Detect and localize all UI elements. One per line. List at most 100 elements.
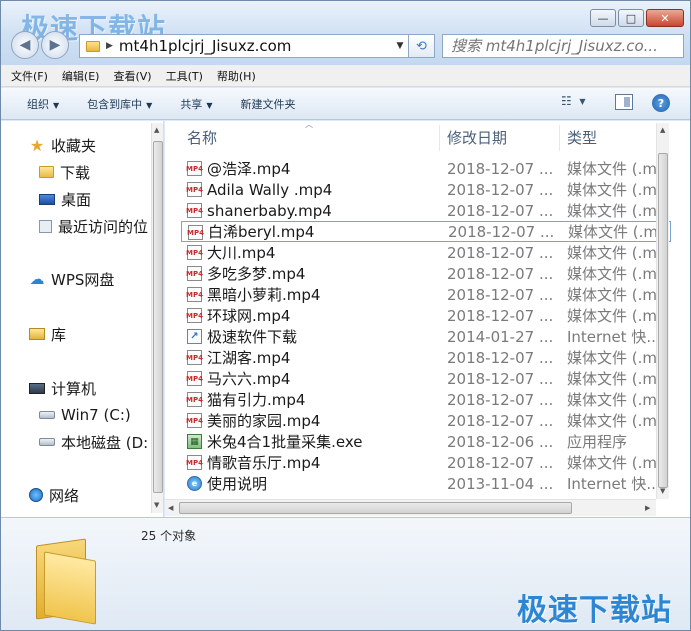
- organize-button[interactable]: 组织 ▼: [27, 96, 59, 112]
- column-date[interactable]: 修改日期: [447, 127, 507, 148]
- nav-recent[interactable]: 最近访问的位: [39, 215, 148, 237]
- nav-desktop[interactable]: 桌面: [39, 188, 91, 210]
- file-row[interactable]: MP4 猫有引力.mp4 2018-12-07 ... 媒体文件 (.m..: [181, 389, 671, 410]
- scroll-up-icon[interactable]: ▲: [154, 126, 159, 134]
- change-view-button[interactable]: ☷ ▼: [561, 94, 586, 108]
- file-type: Internet 快...: [567, 475, 661, 493]
- file-row[interactable]: MP4 大川.mp4 2018-12-07 ... 媒体文件 (.m..: [181, 242, 671, 263]
- file-row[interactable]: ↗ 极速软件下载 2014-01-27 ... Internet 快...: [181, 326, 671, 347]
- nav-computer[interactable]: 计算机: [29, 377, 96, 399]
- chevron-down-icon[interactable]: ▼: [392, 41, 408, 51]
- nav-scrollbar[interactable]: ▲ ▼: [151, 123, 163, 513]
- horizontal-scrollbar-thumb[interactable]: [179, 502, 572, 514]
- new-folder-button[interactable]: 新建文件夹: [240, 96, 295, 112]
- nav-library-label: 库: [51, 325, 67, 344]
- file-row[interactable]: ▦ 米兔4合1批量采集.exe 2018-12-06 ... 应用程序: [181, 431, 671, 452]
- file-date: 2018-12-07 ...: [447, 159, 554, 178]
- file-date: 2013-11-04 ...: [447, 474, 554, 493]
- file-row[interactable]: MP4 多吃多梦.mp4 2018-12-07 ... 媒体文件 (.m..: [181, 263, 671, 284]
- nav-favorites-label: 收藏夹: [51, 136, 97, 155]
- column-name[interactable]: 名称: [187, 127, 217, 148]
- refresh-button[interactable]: ⟲: [409, 34, 435, 58]
- column-type[interactable]: 类型: [567, 127, 597, 148]
- preview-pane-button[interactable]: [615, 94, 633, 110]
- file-name: 使用说明: [207, 475, 268, 493]
- chevron-down-icon: ▼: [53, 100, 60, 110]
- drive-icon: [39, 438, 55, 446]
- video-file-icon: MP4: [186, 182, 203, 197]
- file-row[interactable]: e 使用说明 2013-11-04 ... Internet 快...: [181, 473, 671, 494]
- nav-downloads[interactable]: 下载: [39, 161, 90, 183]
- address-bar[interactable]: ▶ mt4h1plcjrj_Jisuxz.com ▼: [79, 34, 409, 58]
- column-divider[interactable]: [559, 125, 560, 151]
- nav-downloads-label: 下载: [60, 163, 91, 182]
- maximize-button[interactable]: □: [618, 9, 644, 27]
- file-row[interactable]: MP4 情歌音乐厅.mp4 2018-12-07 ... 媒体文件 (.m..: [181, 452, 671, 473]
- computer-icon: [29, 382, 45, 394]
- nav-library[interactable]: 库: [29, 323, 66, 345]
- menu-help[interactable]: 帮助(H): [217, 68, 256, 84]
- search-input[interactable]: [451, 37, 681, 55]
- help-button[interactable]: ?: [652, 94, 670, 112]
- nav-network[interactable]: 网络: [29, 484, 79, 506]
- shortcut-icon: ↗: [187, 329, 202, 344]
- file-date: 2018-12-07 ...: [447, 264, 554, 283]
- file-list-scrollbar-thumb[interactable]: [658, 153, 668, 488]
- back-button[interactable]: ◀: [11, 31, 39, 59]
- share-label: 共享: [180, 97, 203, 111]
- nav-scrollbar-thumb[interactable]: [153, 141, 163, 493]
- file-row[interactable]: MP4 江湖客.mp4 2018-12-07 ... 媒体文件 (.m..: [181, 347, 671, 368]
- horizontal-scrollbar[interactable]: ◀ ▶: [165, 499, 656, 516]
- file-row[interactable]: MP4 美丽的家园.mp4 2018-12-07 ... 媒体文件 (.m..: [181, 410, 671, 431]
- item-count: 25 个对象: [141, 529, 197, 543]
- file-row[interactable]: MP4 黑暗小萝莉.mp4 2018-12-07 ... 媒体文件 (.m..: [181, 284, 671, 305]
- include-library-label: 包含到库中: [87, 97, 143, 111]
- file-row-selected[interactable]: MP4 白浠beryl.mp4 2018-12-07 ... 媒体文件 (.m.…: [181, 221, 671, 242]
- watermark-bottom: 极速下载站: [517, 593, 672, 628]
- desktop-icon: [39, 193, 55, 205]
- file-date: 2014-01-27 ...: [447, 327, 554, 346]
- file-row[interactable]: MP4 马六六.mp4 2018-12-07 ... 媒体文件 (.m..: [181, 368, 671, 389]
- internet-shortcut-icon: e: [187, 476, 202, 491]
- nav-computer-label: 计算机: [51, 379, 97, 398]
- forward-button[interactable]: ▶: [41, 31, 69, 59]
- file-list-scrollbar[interactable]: ▲ ▼: [656, 123, 669, 499]
- file-type: 媒体文件 (.m..: [567, 412, 667, 430]
- video-file-icon: MP4: [186, 413, 203, 428]
- scroll-left-icon[interactable]: ◀: [168, 504, 173, 512]
- menu-edit[interactable]: 编辑(E): [62, 68, 100, 84]
- menu-tools[interactable]: 工具(T): [166, 68, 203, 84]
- window-controls: — □ ✕: [590, 9, 684, 27]
- file-row[interactable]: MP4 Adila Wally .mp4 2018-12-07 ... 媒体文件…: [181, 179, 671, 200]
- video-file-icon: MP4: [186, 455, 203, 470]
- organize-label: 组织: [27, 97, 49, 111]
- scroll-right-icon[interactable]: ▶: [645, 504, 650, 512]
- nav-wps-label: WPS网盘: [51, 270, 115, 289]
- include-library-button[interactable]: 包含到库中 ▼: [87, 96, 152, 112]
- nav-favorites[interactable]: ★ 收藏夹: [29, 134, 96, 156]
- nav-network-label: 网络: [49, 486, 80, 505]
- search-box[interactable]: [442, 34, 684, 58]
- file-row[interactable]: MP4 @浩泽.mp4 2018-12-07 ... 媒体文件 (.m..: [181, 158, 671, 179]
- scroll-down-icon[interactable]: ▼: [154, 501, 159, 509]
- file-row[interactable]: MP4 shanerbaby.mp4 2018-12-07 ... 媒体文件 (…: [181, 200, 671, 221]
- folder-icon: [86, 40, 100, 52]
- menu-view[interactable]: 查看(V): [113, 68, 151, 84]
- column-divider[interactable]: [439, 125, 440, 151]
- minimize-button[interactable]: —: [590, 9, 616, 27]
- nav-drive-d[interactable]: 本地磁盘 (D:: [39, 431, 148, 453]
- file-name: 马六六.mp4: [207, 370, 291, 388]
- breadcrumb-arrow-icon[interactable]: ▶: [106, 41, 113, 51]
- nav-drive-c[interactable]: Win7 (C:): [39, 404, 131, 426]
- nav-wps[interactable]: ☁ WPS网盘: [29, 268, 115, 290]
- address-path[interactable]: mt4h1plcjrj_Jisuxz.com: [119, 37, 392, 55]
- share-button[interactable]: 共享 ▼: [180, 96, 212, 112]
- menu-file[interactable]: 文件(F): [11, 68, 48, 84]
- close-button[interactable]: ✕: [646, 9, 684, 27]
- file-type: 媒体文件 (.m..: [568, 223, 668, 241]
- scroll-down-icon[interactable]: ▼: [660, 487, 665, 495]
- column-header: ︿ 名称 修改日期 类型: [165, 121, 665, 153]
- file-row[interactable]: MP4 环球网.mp4 2018-12-07 ... 媒体文件 (.m..: [181, 305, 671, 326]
- scroll-up-icon[interactable]: ▲: [660, 126, 665, 134]
- file-name: 米兔4合1批量采集.exe: [207, 433, 363, 451]
